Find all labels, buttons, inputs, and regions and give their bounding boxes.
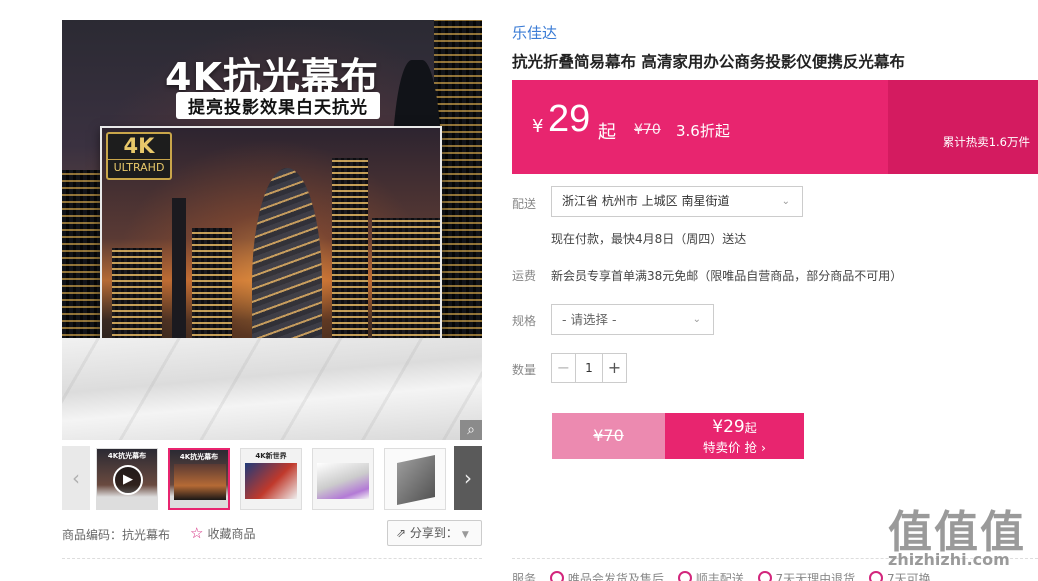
thumb-prev-arrow-icon[interactable]: ‹ [62, 446, 90, 510]
price-currency: ¥ [532, 116, 544, 137]
discount-text: 3.6折起 [676, 122, 730, 140]
spec-select[interactable]: - 请选择 - ⌄ [551, 304, 714, 335]
shipping-label: 运费 [512, 269, 537, 283]
service-item: 唯品会发货及售后 [567, 572, 664, 581]
price-banner: ¥ 29 起 ¥70 3.6折起 累计热卖1.6万件 [512, 80, 1038, 174]
thumbnail-picture [245, 463, 297, 499]
thumbnail-picture [317, 463, 369, 499]
buy-now-price: ¥29 [712, 417, 745, 437]
left-divider [62, 558, 482, 559]
thumbnail-picture [174, 464, 226, 500]
check-circle-icon [869, 571, 883, 581]
favorite-label: 收藏商品 [207, 527, 256, 541]
4k-badge-top: 4K [123, 134, 155, 158]
chevron-down-icon: ⌄ [692, 314, 701, 325]
4k-badge-bottom: ULTRAHD [108, 159, 170, 176]
services-label: 服务 [512, 572, 537, 581]
buy-button-group: ¥70 ¥29起 特卖价 抢 › [552, 413, 804, 459]
image-building [62, 170, 102, 350]
favorite-button[interactable]: ☆ 收藏商品 [190, 524, 255, 542]
thumb-next-arrow-icon[interactable]: › [454, 446, 482, 510]
price-amount: 29 [548, 98, 591, 140]
share-label: 分享到： [409, 526, 458, 540]
quantity-plus-button[interactable]: + [602, 354, 626, 382]
thumbnail-title: 4K抗光幕布 [179, 453, 219, 461]
image-subline: 提亮投影效果白天抗光 [176, 92, 380, 119]
spec-placeholder: - 请选择 - [562, 312, 617, 327]
quantity-value[interactable]: 1 [576, 354, 602, 382]
original-price: ¥70 [634, 122, 661, 138]
thumbnail-title: 4K新世界 [255, 452, 287, 460]
thumbnail-strip: ‹ 4K抗光幕布 ▶ 4K抗光幕布 4K新世界 › [62, 446, 482, 510]
thumbnail-item[interactable]: 4K抗光幕布 [168, 448, 230, 510]
shipping-text: 新会员专享首单满38元免邮（限唯品自营商品，部分商品不可用） [551, 269, 903, 283]
buy-now-label: 特卖价 抢 › [703, 440, 766, 455]
product-title: 抗光折叠简易幕布 高清家用办公商务投影仪便携反光幕布 [512, 53, 905, 71]
thumbnail-item[interactable]: 4K新世界 [240, 448, 302, 510]
service-item: 顺丰配送 [695, 572, 744, 581]
buy-now-button[interactable]: ¥29起 特卖价 抢 › [665, 413, 804, 459]
check-circle-icon [549, 571, 564, 581]
marble-floor [62, 338, 482, 440]
quantity-stepper: − 1 + [551, 353, 627, 383]
price-suffix: 起 [598, 122, 616, 143]
product-code: 商品编码：抗光幕布 [62, 528, 171, 542]
buy-now-price-line: ¥29起 [665, 413, 804, 440]
star-icon: ☆ [190, 524, 204, 542]
play-icon[interactable]: ▶ [113, 465, 143, 495]
product-meta-row: 商品编码：抗光幕布 ☆ 收藏商品 ⇗ 分享到： ▼ [62, 520, 482, 548]
brand-link[interactable]: 乐佳达 [512, 22, 557, 43]
magnifier-icon[interactable]: ⌕ [460, 420, 482, 440]
delivery-label: 配送 [512, 197, 537, 211]
thumbnail-item[interactable] [384, 448, 446, 510]
service-item: 7天无理由退货 [775, 572, 856, 581]
check-circle-icon [677, 571, 692, 581]
buy-original-price[interactable]: ¥70 [552, 413, 665, 459]
check-circle-icon [757, 571, 772, 581]
main-product-image[interactable]: 4K抗光幕布 提亮投影效果白天抗光 4K ULTRAHD ⌕ [62, 20, 482, 440]
spec-label: 规格 [512, 314, 537, 328]
watermark-url: zhizhizhi.com [888, 550, 1010, 569]
4k-badge: 4K ULTRAHD [106, 132, 172, 180]
thumbnail-video[interactable]: 4K抗光幕布 ▶ [96, 448, 158, 510]
quantity-minus-button[interactable]: − [552, 354, 576, 382]
watermark: 值值值 zhizhizhi.com [888, 496, 1038, 581]
quantity-label: 数量 [512, 363, 537, 377]
address-value: 浙江省 杭州市 上城区 南星街道 [562, 194, 730, 208]
chevron-down-icon: ⌄ [781, 196, 790, 207]
services-row: 服务 唯品会发货及售后 顺丰配送 7天无理由退货 7天可换 [512, 570, 931, 581]
share-icon: ⇗ [396, 526, 410, 540]
delivery-estimate: 现在付款，最快4月8日（周四）送达 [551, 232, 747, 246]
thumbnail-item[interactable] [312, 448, 374, 510]
sold-count: 累计热卖1.6万件 [942, 135, 1030, 149]
buy-now-price-suffix: 起 [744, 421, 757, 435]
address-select[interactable]: 浙江省 杭州市 上城区 南星街道 ⌄ [551, 186, 803, 217]
caret-down-icon: ▼ [461, 530, 469, 540]
thumbnail-title: 4K抗光幕布 [107, 452, 147, 460]
share-dropdown[interactable]: ⇗ 分享到： ▼ [387, 520, 482, 546]
thumbnail-picture [397, 454, 435, 506]
